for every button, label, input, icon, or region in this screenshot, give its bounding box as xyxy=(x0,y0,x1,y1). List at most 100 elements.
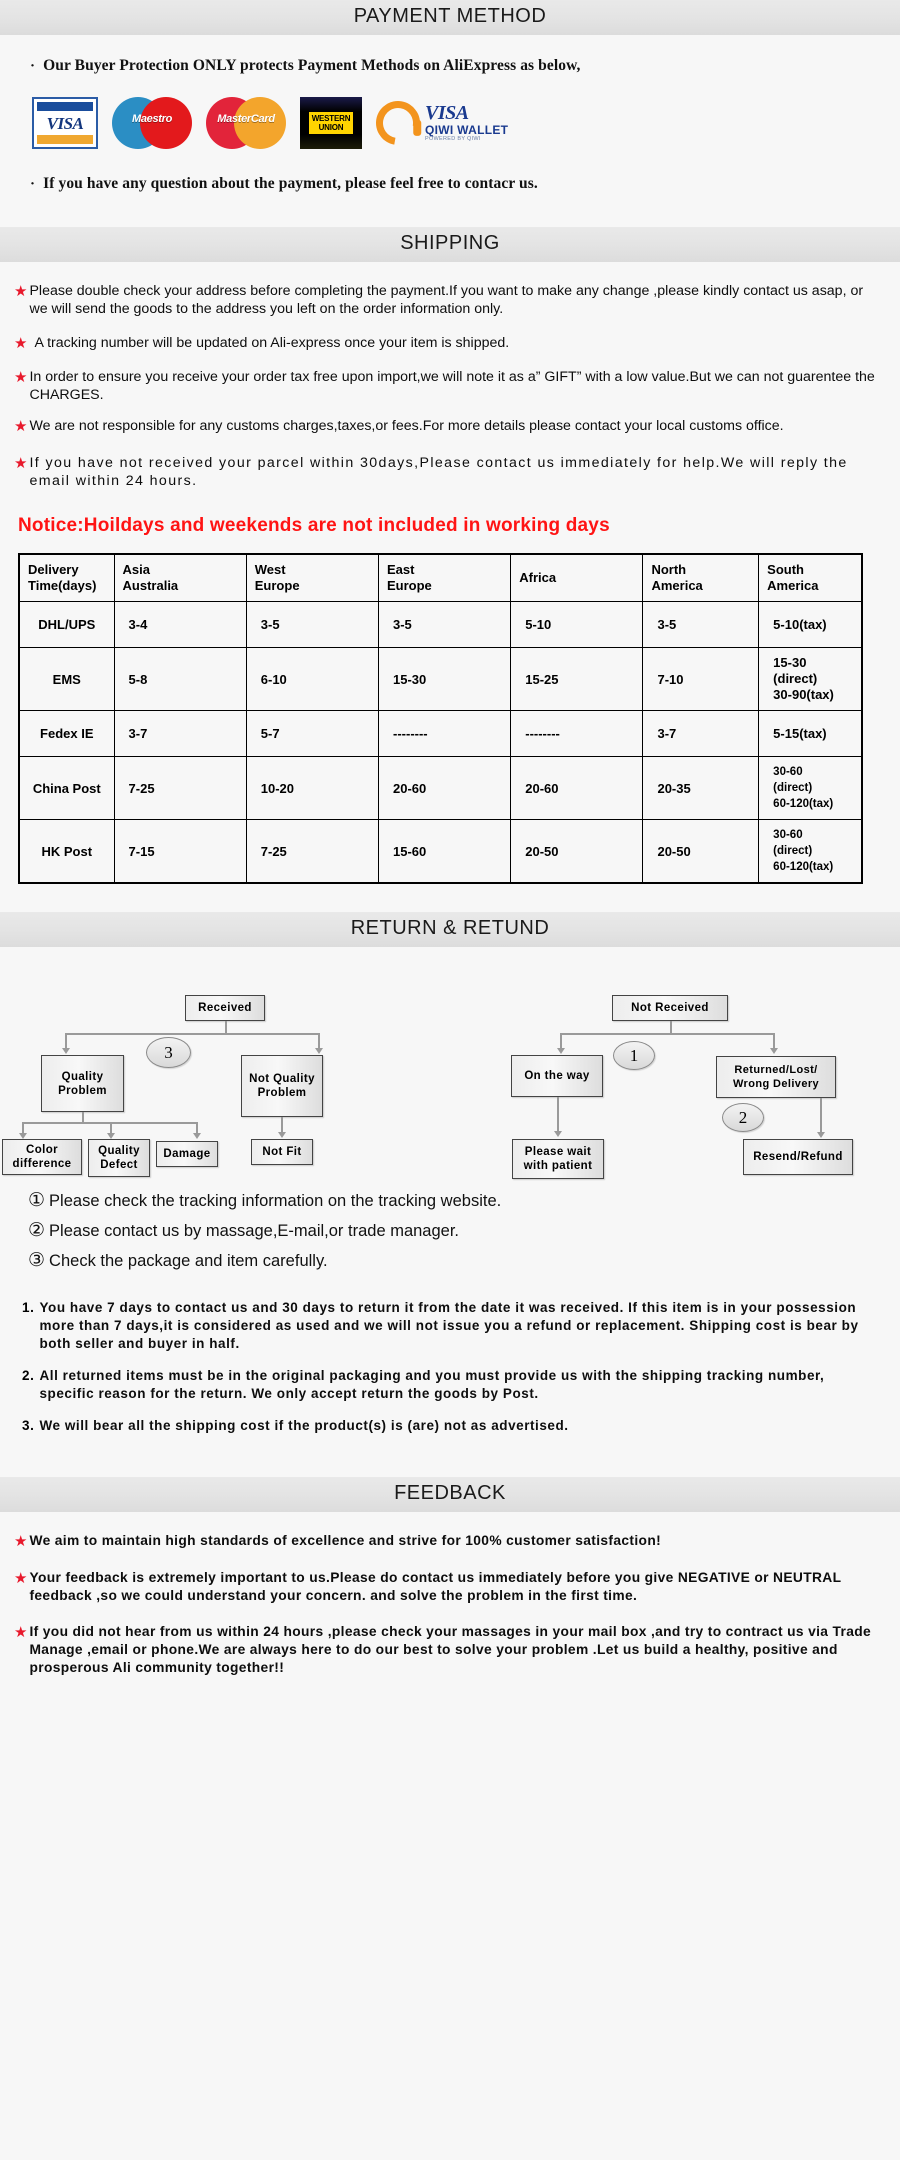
policy-item-text: All returned items must be in the origin… xyxy=(39,1368,825,1401)
delivery-table-body: DHL/UPS 3-4 3-5 3-5 5-10 3-5 5-10(tax) E… xyxy=(18,601,863,884)
table-cell: 3-7 xyxy=(113,710,247,757)
table-cell: 3-7 xyxy=(642,710,760,757)
table-header-cell: Asia Australia xyxy=(122,562,179,593)
table-row-method: Fedex IE xyxy=(18,710,115,757)
table-header-row: Delivery Time(days) Asia Australia West … xyxy=(18,553,863,602)
flow-arrow-icon xyxy=(315,1048,323,1054)
table-cell: 10-20 xyxy=(245,756,380,820)
flow-arrow-icon xyxy=(193,1133,201,1139)
flow-box-quality-problem: Quality Problem xyxy=(41,1055,124,1112)
policy-item: 2. All returned items must be in the ori… xyxy=(22,1367,880,1403)
delivery-time-table: Delivery Time(days) Asia Australia West … xyxy=(18,553,863,884)
feedback-item-text: If you did not hear from us within 24 ho… xyxy=(29,1624,872,1675)
circled-note-text: Check the package and item carefully. xyxy=(49,1252,328,1270)
shipping-item: ★ A tracking number will be updated on A… xyxy=(0,334,900,353)
circled-number-3-icon: ③ xyxy=(28,1250,46,1271)
star-icon: ★ xyxy=(14,418,28,435)
table-cell: 15-30 xyxy=(377,647,512,711)
table-cell: -------- xyxy=(510,710,644,757)
flow-box-not-fit: Not Fit xyxy=(251,1139,313,1165)
table-row: EMS 5-8 6-10 15-30 15-25 7-10 15-30 (dir… xyxy=(18,647,863,711)
table-cell: 20-60 xyxy=(510,756,644,820)
star-icon: ★ xyxy=(14,283,28,300)
table-cell: 7-10 xyxy=(642,647,760,711)
visa-bottom-bar-icon xyxy=(37,135,93,144)
table-cell: 3-5 xyxy=(245,601,380,648)
flow-connector xyxy=(773,1033,775,1049)
feedback-item-text: We aim to maintain high standards of exc… xyxy=(29,1533,662,1548)
policy-item-number: 2. xyxy=(22,1368,35,1383)
shipping-item: ★ Please double check your address befor… xyxy=(0,282,900,318)
flow-badge-1: 1 xyxy=(613,1041,655,1070)
shipping-item: ★ In order to ensure you receive your or… xyxy=(0,368,900,404)
payment-method-section: · Our Buyer Protection ONLY protects Paym… xyxy=(0,35,900,227)
policy-item-number: 1. xyxy=(22,1300,35,1315)
shipping-item-text: A tracking number will be updated on Ali… xyxy=(34,335,510,351)
table-cell: 15-30 (direct) 30-90(tax) xyxy=(758,647,863,711)
shipping-item-text: We are not responsible for any customs c… xyxy=(29,418,784,434)
maestro-logo: Maestro xyxy=(112,97,192,149)
return-flowchart: Received 3 Quality Problem Not Quality P… xyxy=(0,963,900,1179)
flow-connector xyxy=(820,1098,822,1133)
policy-item: 1. You have 7 days to contact us and 30 … xyxy=(22,1299,880,1353)
policy-item-text: We will bear all the shipping cost if th… xyxy=(39,1418,569,1433)
western-union-plate-icon: WESTERN UNION xyxy=(308,112,354,134)
flow-connector xyxy=(560,1033,775,1035)
table-cell: 20-35 xyxy=(642,756,760,820)
flow-connector xyxy=(65,1033,320,1035)
star-icon: ★ xyxy=(14,1570,28,1587)
table-cell: 5-8 xyxy=(113,647,247,711)
qiwi-text-block: VISA QIWI WALLET POWERED BY QIWI xyxy=(425,103,508,142)
table-cell: 7-25 xyxy=(113,756,247,820)
table-cell: -------- xyxy=(377,710,512,757)
flow-box-damage: Damage xyxy=(156,1141,218,1167)
table-row: China Post 7-25 10-20 20-60 20-60 20-35 … xyxy=(18,756,863,820)
payment-bullet-2: · If you have any question about the paym… xyxy=(0,175,900,211)
visa-logo-label: VISA xyxy=(46,113,84,133)
table-row-method: EMS xyxy=(18,647,115,711)
star-icon: ★ xyxy=(14,335,28,352)
policy-item-text: You have 7 days to contact us and 30 day… xyxy=(39,1300,859,1351)
circled-number-2-icon: ② xyxy=(28,1220,46,1241)
flow-box-on-the-way: On the way xyxy=(511,1055,603,1097)
flow-arrow-icon xyxy=(817,1132,825,1138)
flow-box-resend-refund: Resend/Refund xyxy=(743,1139,853,1175)
return-circled-notes: ① Please check the tracking information … xyxy=(0,1173,900,1273)
shipping-item: ★ We are not responsible for any customs… xyxy=(0,417,900,436)
table-header-cell: South America xyxy=(767,562,819,593)
payment-method-title: PAYMENT METHOD xyxy=(353,5,547,27)
western-union-line-2: UNION xyxy=(318,123,344,132)
feedback-item: ★ If you did not hear from us within 24 … xyxy=(0,1623,900,1677)
table-header-cell: East Europe xyxy=(387,562,432,593)
circled-note-row: ② Please contact us by massage,E-mail,or… xyxy=(28,1219,900,1243)
flow-connector xyxy=(65,1033,67,1049)
payment-method-header-band: PAYMENT METHOD xyxy=(0,0,900,35)
qiwi-wallet-logo: VISA QIWI WALLET POWERED BY QIWI xyxy=(367,92,508,154)
shipping-item-text: If you have not received your parcel wit… xyxy=(29,455,848,489)
shipping-header-band: SHIPPING xyxy=(0,227,900,262)
circled-note-row: ③ Check the package and item carefully. xyxy=(28,1249,900,1273)
table-cell: 3-4 xyxy=(113,601,247,648)
visa-logo: VISA xyxy=(32,97,98,149)
return-refund-title: RETURN & RETUND xyxy=(350,917,550,939)
qiwi-powered-label: POWERED BY QIWI xyxy=(425,135,481,142)
shipping-title: SHIPPING xyxy=(400,232,500,254)
bullet-dot-icon: · xyxy=(30,58,36,74)
western-union-logo: WESTERN UNION xyxy=(300,97,362,149)
flow-arrow-icon xyxy=(554,1131,562,1137)
flow-connector xyxy=(281,1117,283,1133)
payment-logos-row: VISA Maestro MasterCard WESTERN UNION VI… xyxy=(0,75,900,175)
table-cell: 15-60 xyxy=(377,819,512,884)
shipping-item-text: Please double check your address before … xyxy=(29,283,864,317)
table-row: Fedex IE 3-7 5-7 -------- -------- 3-7 5… xyxy=(18,710,863,757)
flow-box-color-difference: Color difference xyxy=(2,1139,82,1175)
table-cell: 6-10 xyxy=(245,647,380,711)
table-row-method: DHL/UPS xyxy=(18,601,115,648)
table-row-method: HK Post xyxy=(18,819,115,884)
feedback-section: ★ We aim to maintain high standards of e… xyxy=(0,1512,900,1714)
table-cell: 3-5 xyxy=(377,601,512,648)
payment-bullet-1: · Our Buyer Protection ONLY protects Paym… xyxy=(0,57,900,75)
maestro-logo-label: Maestro xyxy=(131,113,173,125)
table-row-method: China Post xyxy=(18,756,115,820)
flow-connector xyxy=(560,1033,562,1049)
